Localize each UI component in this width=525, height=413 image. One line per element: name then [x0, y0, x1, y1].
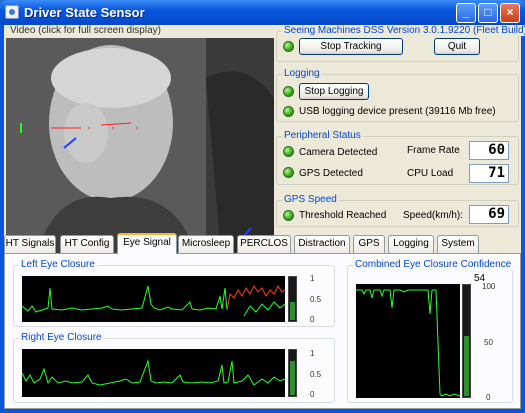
minimize-button[interactable]: _: [456, 3, 476, 23]
dss-group: Seeing Machines DSS Version 3.0.1.9220 (…: [276, 25, 525, 62]
tab-system[interactable]: System: [437, 235, 479, 253]
tab-gps[interactable]: GPS: [353, 235, 385, 253]
combined-tick-0: 0: [486, 393, 491, 402]
logging-status-led: [283, 86, 294, 97]
frame-rate-value: 60: [469, 141, 509, 160]
stop-logging-button[interactable]: Stop Logging: [299, 83, 369, 100]
dss-title: Seeing Machines DSS Version 3.0.1.9220 (…: [282, 25, 525, 36]
gps-status-led: [283, 167, 294, 178]
video-label: Video (click for full screen display): [10, 25, 161, 36]
left-eye-group: Left Eye Closure 1 0.5 0: [13, 259, 335, 327]
tab-strip: HT Signals HT Config Eye Signal Microsle…: [4, 233, 521, 254]
camera-status-led: [283, 146, 294, 157]
logging-title: Logging: [282, 68, 322, 79]
peripheral-group: Peripheral Status Camera Detected GPS De…: [276, 130, 519, 185]
left-eye-title: Left Eye Closure: [19, 259, 97, 270]
right-eye-title: Right Eye Closure: [19, 332, 104, 343]
tab-distraction[interactable]: Distraction: [294, 235, 350, 253]
combined-tick-100: 100: [482, 282, 496, 291]
quit-button[interactable]: Quit: [434, 38, 480, 55]
right-eye-group: Right Eye Closure 1 0.5 0: [13, 332, 335, 403]
combined-meter: [462, 284, 471, 398]
left-eye-tick-0: 0: [310, 315, 315, 324]
window-title: Driver State Sensor: [24, 5, 145, 20]
peripheral-title: Peripheral Status: [282, 130, 363, 141]
left-eye-tick-0-5: 0.5: [310, 295, 322, 304]
combined-tick-50: 50: [484, 338, 493, 347]
right-eye-meter: [288, 349, 297, 397]
app-window: Driver State Sensor _ □ × Video (click f…: [0, 0, 525, 413]
right-eye-tick-1: 1: [310, 349, 315, 358]
camera-status-text: Camera Detected: [299, 147, 378, 158]
threshold-status-led: [283, 210, 294, 221]
tab-eye-signal[interactable]: Eye Signal: [117, 233, 177, 254]
speed-label: Speed(km/h):: [403, 210, 464, 221]
left-eye-meter: [288, 276, 297, 322]
close-button[interactable]: ×: [500, 3, 520, 23]
speed-value: 69: [469, 205, 509, 224]
gps-status-text: GPS Detected: [299, 168, 363, 179]
left-eye-plot: [21, 276, 286, 322]
cpu-load-value: 71: [469, 164, 509, 183]
maximize-button[interactable]: □: [478, 3, 498, 23]
tab-logging[interactable]: Logging: [388, 235, 434, 253]
video-frame: [6, 38, 274, 255]
tab-perclos[interactable]: PERCLOS: [237, 235, 291, 253]
frame-rate-label: Frame Rate: [407, 145, 460, 156]
title-bar[interactable]: Driver State Sensor _ □ ×: [0, 0, 525, 25]
tracking-status-led: [283, 41, 294, 52]
right-eye-plot: [21, 349, 286, 397]
combined-group: Combined Eye Closure Confidence 54 100 5…: [347, 259, 514, 403]
combined-title: Combined Eye Closure Confidence: [353, 259, 514, 270]
right-eye-tick-0: 0: [310, 390, 315, 399]
usb-status-text: USB logging device present (39116 Mb fre…: [299, 106, 496, 117]
threshold-text: Threshold Reached: [299, 210, 387, 221]
eye-signal-panel: Left Eye Closure 1 0.5 0 Right Eye Closu…: [4, 253, 521, 409]
logging-group: Logging Stop Logging USB logging device …: [276, 68, 519, 122]
right-eye-tick-0-5: 0.5: [310, 370, 322, 379]
stop-tracking-button[interactable]: Stop Tracking: [299, 38, 403, 55]
tab-ht-signals[interactable]: HT Signals: [4, 235, 56, 253]
tab-microsleep[interactable]: Microsleep: [178, 235, 234, 253]
client-area: Video (click for full screen display) Se…: [4, 25, 525, 409]
gps-speed-group: GPS Speed Threshold Reached Speed(km/h):…: [276, 194, 519, 227]
combined-plot: [356, 284, 461, 398]
usb-status-led: [283, 106, 294, 117]
app-icon: [5, 5, 19, 19]
cpu-load-label: CPU Load: [407, 168, 454, 179]
gps-speed-title: GPS Speed: [282, 194, 339, 205]
left-eye-tick-1: 1: [310, 274, 315, 283]
tab-ht-config[interactable]: HT Config: [60, 235, 114, 253]
video-display[interactable]: [6, 38, 274, 255]
